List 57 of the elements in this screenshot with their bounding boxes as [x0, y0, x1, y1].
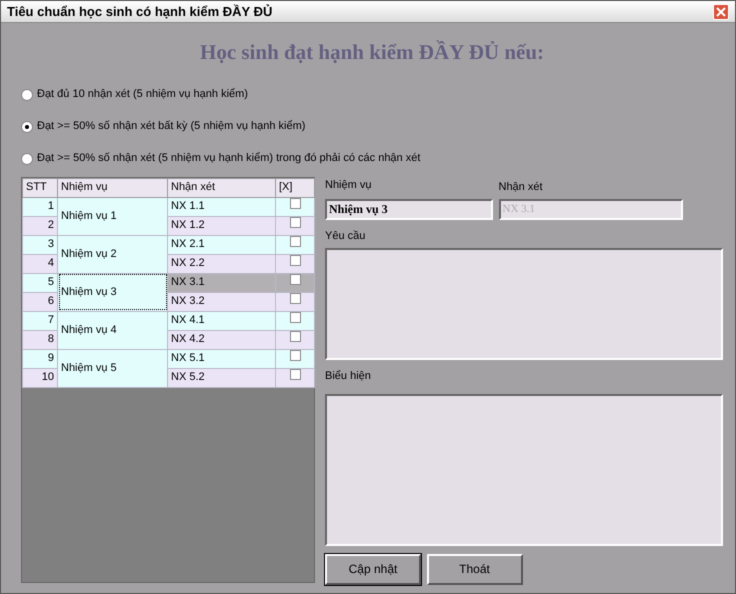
row-number: 9: [22, 349, 58, 368]
row-number: 1: [22, 197, 58, 216]
row-number: 5: [22, 273, 58, 292]
checkbox[interactable]: [290, 369, 300, 380]
table-cell[interactable]: NX 5.2: [168, 368, 276, 387]
table-cell[interactable]: NX 1.1: [168, 197, 276, 216]
text-area[interactable]: [325, 248, 723, 360]
table-cell[interactable]: Nhiệm vụ 5: [58, 349, 168, 387]
row-number: 4: [22, 254, 58, 273]
table-cell[interactable]: NX 4.2: [168, 330, 276, 349]
window-title: Tiêu chuẩn học sinh có hạnh kiểm ĐẦY ĐỦ: [7, 2, 272, 21]
field-label: Biểu hiện: [325, 369, 372, 384]
column-header[interactable]: [X]: [276, 178, 314, 197]
table-cell[interactable]: NX 4.1: [168, 311, 276, 330]
field-label: Yêu cầu: [325, 228, 366, 244]
radio-button[interactable]: [21, 152, 33, 164]
checkbox[interactable]: [290, 312, 300, 324]
checkbox[interactable]: [290, 331, 300, 342]
button[interactable]: Thoát: [426, 554, 522, 584]
heading: Học sinh đạt hạnh kiểm ĐẦY ĐỦ nếu:: [198, 39, 546, 66]
field-label: Nhận xét: [498, 180, 544, 195]
radio-button[interactable]: [21, 88, 33, 100]
table-cell[interactable]: NX 5.1: [168, 349, 276, 368]
table-cell[interactable]: NX 1.2: [168, 216, 276, 235]
table-cell[interactable]: NX 2.2: [168, 254, 276, 273]
table-cell[interactable]: Nhiệm vụ 2: [58, 235, 168, 273]
checkbox[interactable]: [290, 198, 300, 210]
table-cell[interactable]: NX 3.2: [168, 292, 276, 311]
option-label[interactable]: Đạt >= 50% số nhận xét (5 nhiệm vụ hạnh kiểm) trong đó phải có các nhận xét: [37, 150, 420, 167]
checkbox[interactable]: [290, 217, 300, 228]
checkbox[interactable]: [290, 350, 300, 362]
row-number: 8: [22, 330, 58, 349]
close-icon: [716, 6, 726, 16]
row-number: 7: [22, 311, 58, 330]
table-cell[interactable]: NX 2.1: [168, 235, 276, 254]
field-label: Nhiệm vụ: [325, 178, 372, 192]
column-header[interactable]: Nhiệm vụ: [58, 178, 168, 197]
table-cell[interactable]: Nhiệm vụ 3: [58, 273, 168, 311]
option-label[interactable]: Đạt >= 50% số nhận xét bất kỳ (5 nhiệm vụ hạnh kiểm): [37, 118, 306, 135]
radio-button[interactable]: [21, 120, 33, 132]
button[interactable]: Cập nhật: [325, 554, 421, 584]
row-number: 2: [22, 216, 58, 235]
column-header[interactable]: Nhận xét: [168, 178, 276, 197]
close-button[interactable]: [713, 4, 729, 20]
row-number: 6: [22, 292, 58, 311]
table-cell[interactable]: Nhiệm vụ 4: [58, 311, 168, 349]
option-label[interactable]: Đạt đủ 10 nhận xét (5 nhiệm vụ hạnh kiểm): [37, 86, 248, 103]
checkbox[interactable]: [290, 255, 300, 266]
row-number: 10: [22, 368, 58, 387]
table-cell[interactable]: Nhiệm vụ 1: [58, 197, 168, 235]
checkbox[interactable]: [290, 236, 300, 248]
input-field[interactable]: Nhiệm vụ 3: [325, 198, 493, 220]
column-header[interactable]: STT: [22, 178, 58, 197]
row-number: 3: [22, 235, 58, 254]
checkbox[interactable]: [290, 274, 300, 286]
table-cell[interactable]: NX 3.1: [168, 273, 276, 292]
checkbox[interactable]: [290, 293, 300, 304]
